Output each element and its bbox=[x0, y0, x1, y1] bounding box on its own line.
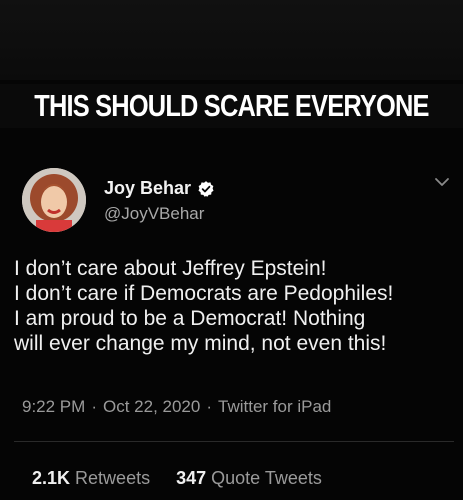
retweets-stat[interactable]: 2.1K Retweets bbox=[32, 468, 150, 488]
tweet-body-line: I am proud to be a Democrat! Nothing bbox=[14, 307, 366, 330]
quote-tweets-label: Quote Tweets bbox=[211, 468, 322, 488]
tweet-body: I don’t care about Jeffrey Epstein! I do… bbox=[14, 256, 459, 356]
display-name[interactable]: Joy Behar bbox=[104, 178, 191, 199]
tweet-source[interactable]: Twitter for iPad bbox=[218, 397, 331, 416]
tweet-date[interactable]: Oct 22, 2020 bbox=[103, 397, 200, 416]
quote-tweets-count: 347 bbox=[176, 468, 207, 488]
retweets-label: Retweets bbox=[75, 468, 151, 488]
top-dark-strip bbox=[0, 0, 463, 80]
divider bbox=[14, 441, 454, 442]
tweet-body-line: I don’t care if Democrats are Pedophiles… bbox=[14, 282, 394, 305]
retweets-count: 2.1K bbox=[32, 468, 71, 488]
quote-tweets-stat[interactable]: 347 Quote Tweets bbox=[176, 468, 322, 488]
caption-banner: THIS SHOULD SCARE EVERYONE bbox=[0, 84, 463, 128]
user-handle[interactable]: @JoyVBehar bbox=[104, 204, 204, 224]
meta-separator: · bbox=[91, 397, 97, 416]
tweet-body-line: will ever change my mind, not even this! bbox=[14, 332, 387, 355]
caption-text: THIS SHOULD SCARE EVERYONE bbox=[34, 88, 429, 123]
tweet-card: Joy Behar @JoyVBehar I don’t care about … bbox=[0, 150, 463, 500]
verified-badge-icon bbox=[198, 180, 214, 197]
tweet-meta: 9:22 PM · Oct 22, 2020 · Twitter for iPad bbox=[22, 397, 331, 417]
chevron-down-icon[interactable] bbox=[434, 176, 450, 188]
author-name-row: Joy Behar bbox=[104, 178, 215, 199]
tweet-stats: 2.1K Retweets 347 Quote Tweets bbox=[32, 468, 322, 489]
tweet-body-line: I don’t care about Jeffrey Epstein! bbox=[14, 257, 327, 280]
avatar[interactable] bbox=[22, 168, 86, 232]
meta-separator: · bbox=[206, 397, 212, 416]
tweet-time[interactable]: 9:22 PM bbox=[22, 397, 85, 416]
